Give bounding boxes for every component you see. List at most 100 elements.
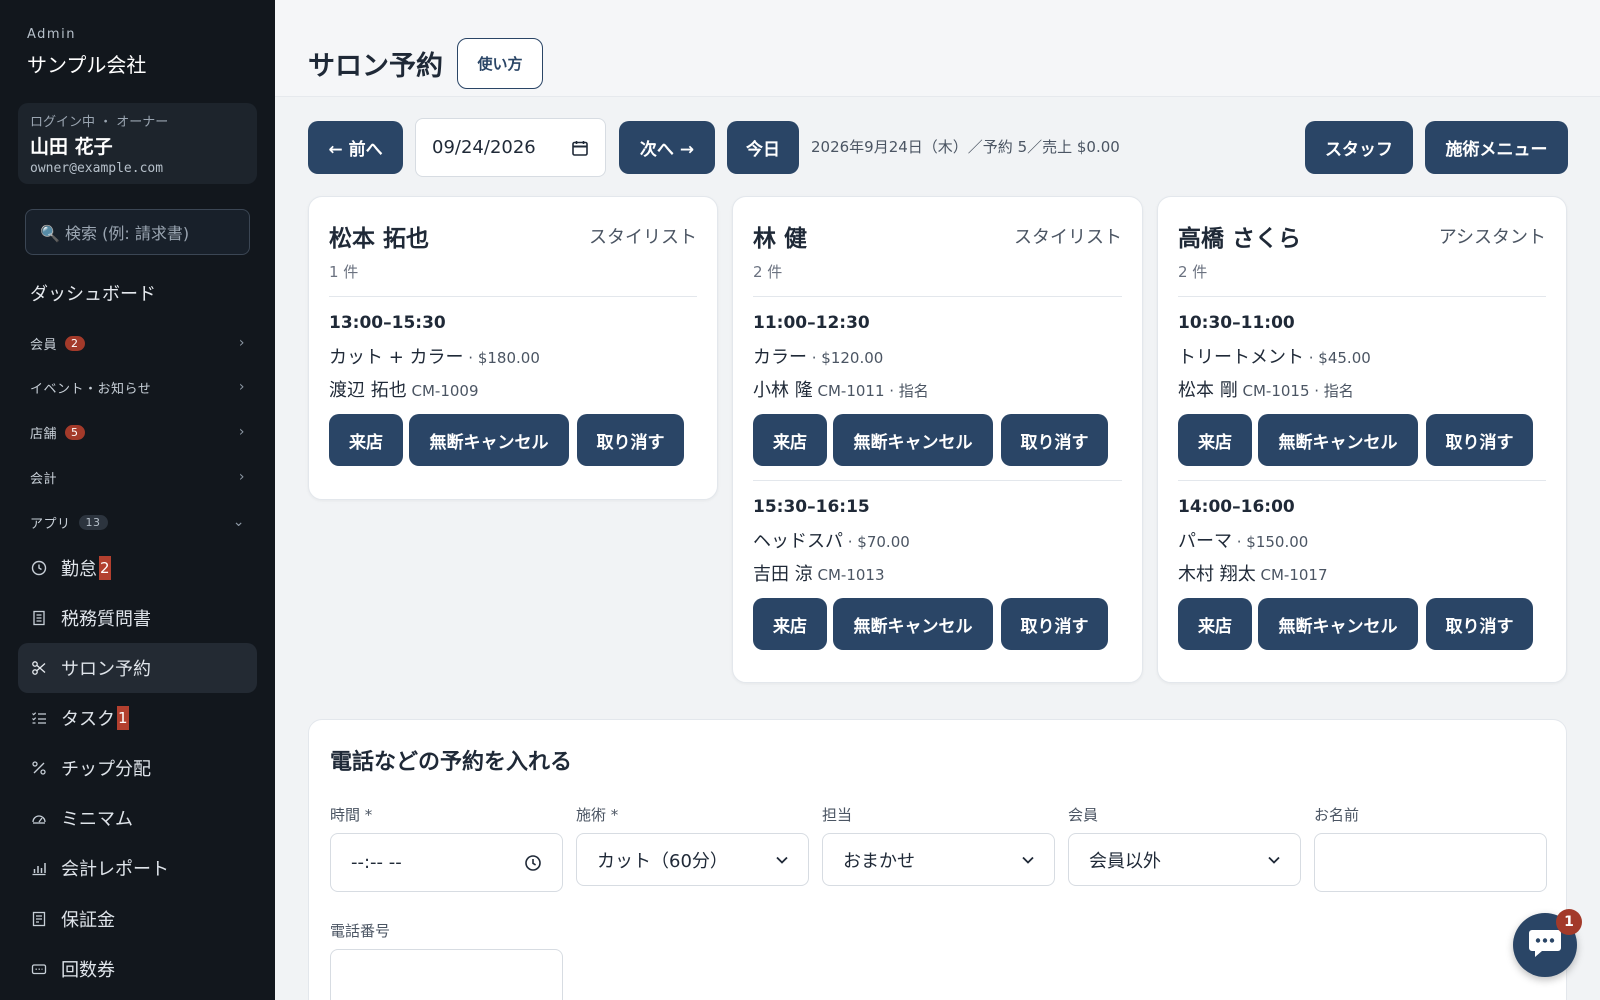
next-day-button[interactable]: 次へ →: [619, 121, 715, 174]
appointment-customer: 吉田 涼 CM-1013: [753, 560, 885, 586]
user-email: owner@example.com: [30, 161, 164, 176]
sidebar-group-events[interactable]: イベント・お知らせ ›: [30, 375, 245, 399]
service-select[interactable]: カット（60分）: [576, 833, 809, 886]
cancel-booking-button[interactable]: 取り消す: [1001, 598, 1108, 650]
visit-button[interactable]: 来店: [1178, 598, 1252, 650]
sidebar-group-label: 店舗: [30, 426, 58, 442]
service-price: · $180.00: [463, 349, 540, 367]
sidebar-item-attendance[interactable]: 勤怠 2: [18, 543, 257, 593]
receipt-icon: [31, 911, 47, 927]
sidebar-item-label: 税務質問書: [61, 609, 151, 630]
sidebar-item-dashboard[interactable]: ダッシュボード: [30, 280, 156, 306]
customer-name: 木村 翔太: [1178, 564, 1256, 585]
staff-button[interactable]: スタッフ: [1305, 121, 1413, 174]
clock-icon[interactable]: [524, 854, 542, 872]
service-name: パーマ: [1178, 531, 1232, 552]
sidebar-item-tasks[interactable]: タスク 1: [18, 693, 257, 743]
sidebar-item-label: 保証金: [61, 910, 115, 931]
user-name: 山田 花子: [30, 136, 113, 158]
sidebar-item-tickets[interactable]: 回数券: [18, 944, 257, 994]
appointment-service: カット + カラー · $180.00: [329, 343, 540, 369]
visit-button[interactable]: 来店: [753, 598, 827, 650]
noshow-button[interactable]: 無断キャンセル: [833, 598, 993, 650]
appointment-service: パーマ · $150.00: [1178, 527, 1308, 553]
count-badge: 5: [65, 424, 85, 440]
sidebar-item-label: 回数券: [61, 960, 115, 981]
time-input[interactable]: --:-- --: [330, 833, 563, 892]
chevron-down-icon: [1022, 856, 1034, 864]
member-select[interactable]: 会員以外: [1068, 833, 1301, 886]
visit-button[interactable]: 来店: [1178, 414, 1252, 466]
sidebar-group-stores[interactable]: 店舗 5 ›: [30, 420, 245, 444]
sidebar-group-label: イベント・お知らせ: [30, 381, 152, 397]
sidebar-item-salon-booking[interactable]: サロン予約: [18, 643, 257, 693]
cancel-booking-button[interactable]: 取り消す: [1426, 598, 1533, 650]
chevron-down-icon: [1268, 856, 1280, 864]
noshow-button[interactable]: 無断キャンセル: [1258, 414, 1418, 466]
customer-name: 吉田 涼: [753, 564, 813, 585]
user-info: ログイン中 ・ オーナー 山田 花子 owner@example.com: [18, 103, 257, 184]
date-value: 09/24/2026: [432, 137, 536, 158]
chevron-right-icon: ›: [238, 424, 245, 440]
sidebar-item-minimum[interactable]: ミニマム: [18, 793, 257, 843]
service-label: 施術 *: [576, 806, 619, 824]
sidebar-item-accounting-report[interactable]: 会計レポート: [18, 843, 257, 893]
service-price: · $70.00: [843, 533, 910, 551]
divider: [753, 480, 1122, 481]
page-title: サロン予約: [308, 51, 443, 82]
staff-role: スタイリスト: [1014, 227, 1122, 248]
cancel-booking-button[interactable]: 取り消す: [1001, 414, 1108, 466]
name-input[interactable]: [1314, 833, 1547, 892]
chat-bubble-icon: [1528, 928, 1562, 962]
customer-meta: CM-1017: [1255, 566, 1328, 584]
appointment-time: 10:30–11:00: [1178, 313, 1295, 333]
service-name: ヘッドスパ: [753, 531, 843, 552]
staff-card: 松本 拓也 スタイリスト 1 件 13:00–15:30 カット + カラー ·…: [308, 196, 718, 500]
calendar-icon[interactable]: [571, 139, 589, 157]
chevron-down-icon: ⌄: [232, 514, 245, 530]
sidebar-item-tip-distribution[interactable]: チップ分配: [18, 743, 257, 793]
sidebar-group-apps[interactable]: アプリ 13 ⌄: [30, 510, 245, 534]
noshow-button[interactable]: 無断キャンセル: [833, 414, 993, 466]
gauge-icon: [31, 810, 47, 826]
sidebar-group-label: 会員: [30, 337, 58, 353]
phone-input[interactable]: [330, 949, 563, 1000]
cancel-booking-button[interactable]: 取り消す: [1426, 414, 1533, 466]
name-label: お名前: [1314, 806, 1360, 824]
sidebar-item-label: サロン予約: [61, 659, 151, 680]
sidebar: Admin サンプル会社 ログイン中 ・ オーナー 山田 花子 owner@ex…: [0, 0, 275, 1000]
today-button[interactable]: 今日: [727, 121, 799, 174]
customer-name: 小林 隆: [753, 380, 813, 401]
sidebar-item-deposit[interactable]: 保証金: [18, 894, 257, 944]
staff-select[interactable]: おまかせ: [822, 833, 1055, 886]
search-placeholder: 🔍 検索 (例: 請求書): [40, 224, 190, 243]
user-role: ログイン中 ・ オーナー: [30, 115, 169, 130]
count-badge: 2: [65, 335, 85, 351]
prev-day-button[interactable]: ← 前へ: [308, 121, 403, 174]
appointment-time: 13:00–15:30: [329, 313, 446, 333]
service-price: · $150.00: [1232, 533, 1309, 551]
phone-label: 電話番号: [330, 922, 391, 940]
customer-meta: CM-1013: [812, 566, 885, 584]
appointment-service: トリートメント · $45.00: [1178, 343, 1371, 369]
service-menu-button[interactable]: 施術メニュー: [1425, 121, 1568, 174]
sidebar-group-members[interactable]: 会員 2 ›: [30, 331, 245, 355]
service-name: カット + カラー: [329, 347, 464, 368]
brand-name: サンプル会社: [27, 53, 147, 77]
form-title: 電話などの予約を入れる: [330, 750, 573, 775]
cancel-booking-button[interactable]: 取り消す: [577, 414, 684, 466]
howto-button[interactable]: 使い方: [457, 38, 543, 89]
sidebar-item-tax-questionnaire[interactable]: 税務質問書: [18, 593, 257, 643]
appointment-time: 14:00–16:00: [1178, 497, 1295, 517]
count-badge: 1: [117, 706, 129, 730]
customer-name: 渡辺 拓也: [329, 380, 407, 401]
sidebar-search-input[interactable]: 🔍 検索 (例: 請求書): [25, 209, 250, 255]
divider: [1178, 480, 1546, 481]
sidebar-group-accounting[interactable]: 会計 ›: [30, 465, 245, 489]
day-summary: 2026年9月24日（木）／予約 5／売上 $0.00: [811, 138, 1120, 156]
visit-button[interactable]: 来店: [329, 414, 403, 466]
date-picker-input[interactable]: 09/24/2026: [415, 118, 606, 177]
noshow-button[interactable]: 無断キャンセル: [1258, 598, 1418, 650]
noshow-button[interactable]: 無断キャンセル: [409, 414, 569, 466]
visit-button[interactable]: 来店: [753, 414, 827, 466]
